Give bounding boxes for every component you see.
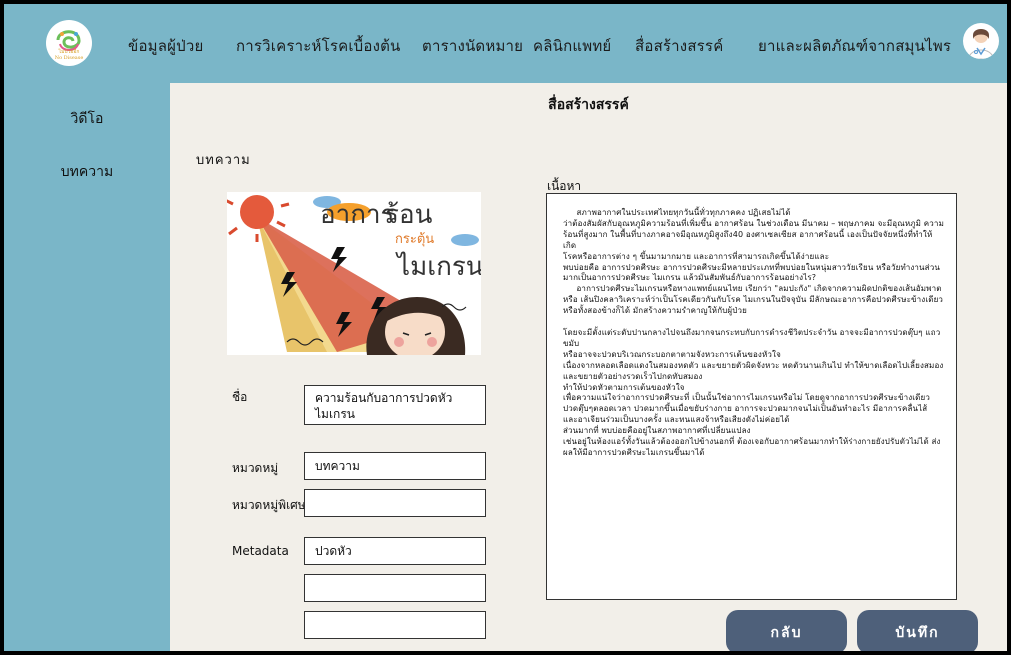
save-button[interactable]: บันทึก xyxy=(857,610,978,651)
logo-text-line2: No Disease xyxy=(54,55,84,61)
doctor-avatar-icon xyxy=(968,29,994,59)
main-content: สื่อสร้างสรรค์ บทความ อาการ ร้อน กระตุ้น… xyxy=(170,83,1007,651)
metadata-field-2[interactable] xyxy=(304,574,486,602)
category-field[interactable]: บทความ xyxy=(304,452,486,480)
sidebar-item-articles[interactable]: บทความ xyxy=(4,161,170,183)
metadata-field-3[interactable] xyxy=(304,611,486,639)
article-hero-image: อาการ ร้อน กระตุ้น ไมเกรน xyxy=(227,192,481,355)
section-heading: บทความ xyxy=(196,153,251,168)
nav-creative-media[interactable]: สื่อสร้างสรรค์ xyxy=(635,34,723,58)
nav-patient-info[interactable]: ข้อมูลผู้ป่วย xyxy=(128,34,203,58)
content-text: สภาพอากาศในประเทศไทยทุกวันนี้ทั่วทุกภาคค… xyxy=(563,208,945,457)
logo-text: ไม่ป่วยอีก No Disease xyxy=(46,49,92,61)
sidebar: วิดีโอ บทความ xyxy=(4,83,170,651)
nav-herbal-products[interactable]: ยาและผลิตภัณฑ์จากสมุนไพร xyxy=(758,34,951,58)
top-navbar: ไม่ป่วยอีก No Disease ข้อมูลผู้ป่วย การว… xyxy=(4,4,1007,83)
name-field[interactable]: ความร้อนกับอาการปวดหัวไมเกรน xyxy=(304,385,486,425)
app-frame: ไม่ป่วยอีก No Disease ข้อมูลผู้ป่วย การว… xyxy=(4,4,1007,651)
special-category-label: หมวดหมู่พิเศษ xyxy=(232,498,306,512)
content-textarea[interactable]: สภาพอากาศในประเทศไทยทุกวันนี้ทั่วทุกภาคค… xyxy=(546,193,957,600)
nav-appointments[interactable]: ตารางนัดหมาย xyxy=(422,34,523,58)
sidebar-item-video[interactable]: วิดีโอ xyxy=(4,108,170,130)
back-button[interactable]: กลับ xyxy=(726,610,847,651)
category-label: หมวดหมู่ xyxy=(232,461,279,475)
metadata-label: Metadata xyxy=(232,544,289,558)
hero-tail: ไมเกรน xyxy=(397,252,481,282)
page-title: สื่อสร้างสรรค์ xyxy=(548,97,629,113)
app-logo[interactable]: ไม่ป่วยอีก No Disease xyxy=(46,20,92,66)
nav-clinics[interactable]: คลินิกแพทย์ xyxy=(533,34,611,58)
nav-preliminary-diagnosis[interactable]: การวิเคราะห์โรคเบื้องต้น xyxy=(236,34,401,58)
hero-title-part1: อาการ xyxy=(320,200,395,230)
metadata-field-1[interactable]: ปวดหัว xyxy=(304,537,486,565)
name-label: ชื่อ xyxy=(232,390,248,404)
special-category-field[interactable] xyxy=(304,489,486,517)
profile-avatar[interactable] xyxy=(963,23,999,59)
